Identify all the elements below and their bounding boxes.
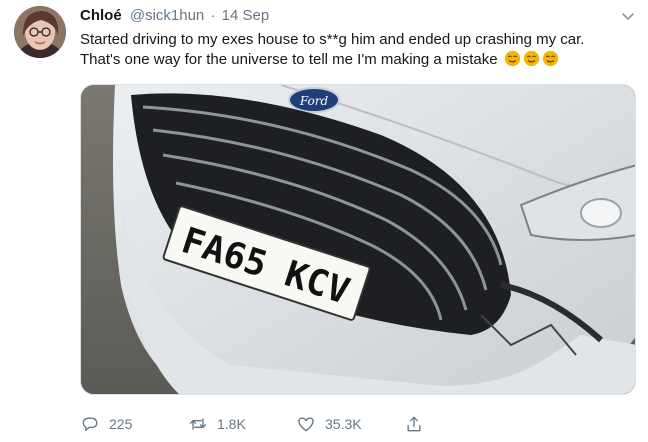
retweet-count: 1.8K bbox=[217, 416, 246, 432]
like-count: 35.3K bbox=[325, 416, 362, 432]
author-name[interactable]: Chloé bbox=[80, 7, 122, 24]
tweet-actions: 225 1.8K 35.3K bbox=[80, 412, 636, 436]
tweet-text-line-2-content: That's one way for the universe to tell … bbox=[80, 51, 498, 68]
author-handle[interactable]: @sick1hun bbox=[130, 7, 204, 24]
reply-icon bbox=[82, 417, 98, 431]
chevron-down-icon[interactable] bbox=[620, 8, 636, 24]
tweet-text-line-2: That's one way for the universe to tell … bbox=[80, 50, 636, 70]
tweet-date[interactable]: 14 Sep bbox=[222, 7, 270, 24]
avatar-photo bbox=[14, 6, 66, 58]
retweet-icon bbox=[189, 418, 207, 430]
relieved-face-icon bbox=[504, 50, 520, 67]
tweet-card: Chloé @sick1hun · 14 Sep Started driving… bbox=[0, 0, 648, 442]
tweet-header: Chloé @sick1hun · 14 Sep bbox=[80, 6, 269, 26]
share-button[interactable] bbox=[404, 412, 424, 436]
retweet-button[interactable]: 1.8K bbox=[188, 412, 246, 436]
separator-dot: · bbox=[210, 7, 216, 24]
tweet-text-line-1: Started driving to my exes house to s**g… bbox=[80, 31, 585, 48]
reply-button[interactable]: 225 bbox=[80, 412, 132, 436]
avatar[interactable] bbox=[14, 6, 66, 58]
heart-icon bbox=[298, 417, 314, 432]
tweet-photo[interactable]: Ford FA65 KCV bbox=[80, 84, 636, 395]
share-icon bbox=[407, 416, 421, 432]
ford-logo-text: Ford bbox=[299, 94, 329, 108]
crashed-car-photo: Ford FA65 KCV bbox=[81, 85, 635, 394]
tweet-text: Started driving to my exes house to s**g… bbox=[80, 30, 636, 70]
relieved-face-icon bbox=[542, 50, 558, 67]
relieved-face-icon bbox=[523, 50, 539, 67]
reply-count: 225 bbox=[109, 416, 133, 432]
like-button[interactable]: 35.3K bbox=[296, 412, 362, 436]
